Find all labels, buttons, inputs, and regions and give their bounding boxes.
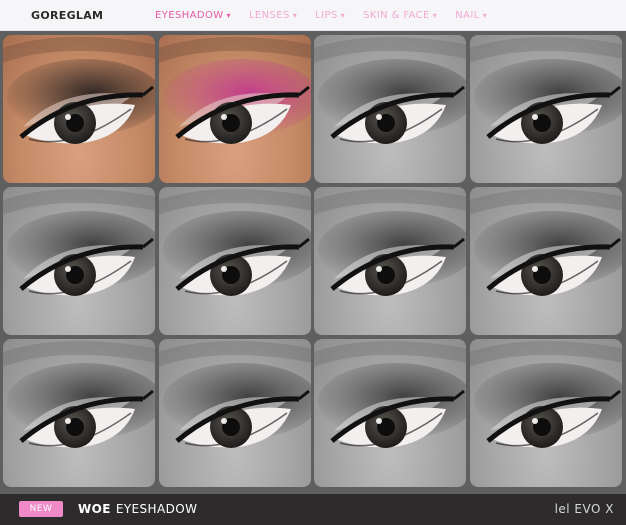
eye-illustration (314, 36, 466, 144)
nav-item-label: SKIN & FACE (363, 10, 430, 21)
brand-logo[interactable]: GOREGLAM (31, 9, 103, 22)
top-navigation-bar: GOREGLAM EYESHADOW ▾ LENSES ▾ LIPS ▾ SKI… (0, 0, 626, 31)
product-title: WOE EYESHADOW (78, 502, 197, 516)
eyeshadow-swatch[interactable] (3, 339, 155, 487)
eye-illustration (314, 188, 466, 296)
nav-item-label: LIPS (315, 10, 338, 21)
eye-illustration (159, 36, 311, 144)
eyeshadow-swatch[interactable] (470, 339, 622, 487)
nav-item-label: LENSES (248, 10, 290, 21)
eye-illustration (470, 188, 622, 296)
eyeshadow-swatch[interactable] (159, 35, 311, 183)
eyeshadow-swatch[interactable] (314, 339, 466, 487)
eyeshadow-swatch[interactable] (314, 35, 466, 183)
nav-item-eyeshadow[interactable]: EYESHADOW ▾ (155, 10, 231, 21)
nav-item-nail[interactable]: NAIL ▾ (455, 10, 487, 21)
nav-item-label: NAIL (455, 10, 480, 21)
nav-item-lips[interactable]: LIPS ▾ (315, 10, 345, 21)
eyeshadow-swatch[interactable] (159, 339, 311, 487)
nav-item-label: EYESHADOW (155, 10, 224, 21)
eye-illustration (3, 36, 155, 144)
chevron-down-icon: ▾ (432, 11, 438, 20)
compatibility-label: lel EVO X (554, 502, 614, 516)
eye-illustration (159, 188, 311, 296)
eyeshadow-swatch[interactable] (470, 187, 622, 335)
eye-illustration (470, 36, 622, 144)
category-nav: EYESHADOW ▾ LENSES ▾ LIPS ▾ SKIN & FACE … (155, 10, 505, 21)
eye-illustration (470, 340, 622, 448)
eyeshadow-swatch-grid (0, 31, 626, 494)
product-footer-bar: NEW WOE EYESHADOW lel EVO X (0, 494, 626, 525)
eye-illustration (314, 340, 466, 448)
chevron-down-icon: ▾ (226, 11, 231, 20)
product-type: EYESHADOW (115, 502, 198, 516)
eye-illustration (3, 340, 155, 448)
eye-illustration (3, 188, 155, 296)
nav-item-skin-face[interactable]: SKIN & FACE ▾ (363, 10, 437, 21)
eyeshadow-swatch[interactable] (3, 187, 155, 335)
eyeshadow-swatch[interactable] (159, 187, 311, 335)
eyeshadow-swatch[interactable] (314, 187, 466, 335)
chevron-down-icon: ▾ (292, 11, 298, 20)
chevron-down-icon: ▾ (482, 11, 488, 20)
nav-item-lenses[interactable]: LENSES ▾ (249, 10, 297, 21)
eyeshadow-swatch[interactable] (470, 35, 622, 183)
eyeshadow-swatch[interactable] (3, 35, 155, 183)
product-name: WOE (78, 502, 111, 516)
new-badge: NEW (19, 501, 63, 517)
eye-illustration (159, 340, 311, 448)
chevron-down-icon: ▾ (340, 11, 346, 20)
